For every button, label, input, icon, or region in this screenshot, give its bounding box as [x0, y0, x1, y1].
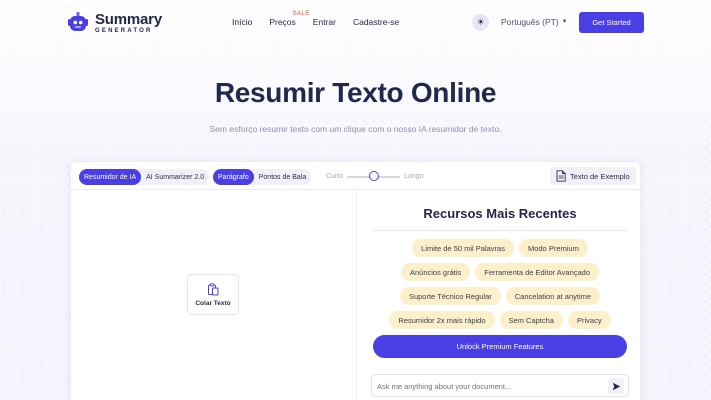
language-select[interactable]: Português (PT) ▼	[501, 17, 568, 27]
length-slider-thumb[interactable]	[368, 170, 379, 181]
sample-text-button[interactable]: Texto de Exemplo	[550, 167, 636, 185]
language-label: Português (PT)	[501, 17, 559, 27]
features-title: Recursos Mais Recentes	[423, 206, 577, 221]
input-pane[interactable]: Colar Texto	[71, 190, 356, 400]
feature-tag: Ferramenta de Editor Avançado	[475, 263, 600, 281]
brand-subtitle: GENERATOR	[95, 28, 153, 34]
feature-tag: Resumidor 2x mais rápido	[389, 311, 495, 329]
length-control: Curto Longo	[326, 170, 424, 181]
unlock-premium-button[interactable]: Unlock Premium Features	[373, 335, 627, 358]
feature-tag: Sem Captcha	[499, 311, 563, 329]
length-min-label: Curto	[326, 173, 344, 180]
nav-item-entrar[interactable]: Entrar	[313, 17, 336, 27]
model-switch: Resumidor de IA AI Summarizer 2.0	[79, 169, 210, 185]
feature-tags: Limite de 50 mil Palavras Modo Premium A…	[357, 239, 643, 335]
sample-text-label: Texto de Exemplo	[570, 171, 630, 181]
paste-text-button[interactable]: Colar Texto	[187, 274, 239, 315]
feature-tag: Anúncios grátis	[400, 263, 471, 281]
features-pane: Recursos Mais Recentes Limite de 50 mil …	[356, 190, 642, 400]
nav-item-inicio[interactable]: Início	[232, 17, 252, 27]
feature-tag-row: Anúncios grátis Ferramenta de Editor Ava…	[357, 263, 643, 281]
document-icon	[556, 170, 566, 182]
chevron-down-icon: ▼	[561, 19, 568, 25]
format-switch: Parágrafo Pontos de Bala	[213, 169, 312, 185]
sale-badge: SALE	[292, 10, 310, 17]
features-divider	[372, 230, 628, 231]
page-title: Resumir Texto Online	[214, 77, 497, 108]
length-max-label: Longo	[404, 173, 424, 180]
length-slider[interactable]	[347, 170, 401, 181]
chat-box	[371, 374, 629, 397]
feature-tag: Cancelation at anytime	[505, 287, 601, 305]
send-icon	[612, 382, 620, 390]
feature-tag: Suporte Técnico Regular	[399, 287, 501, 305]
robot-logo-icon	[67, 11, 89, 34]
feature-tag-row: Limite de 50 mil Palavras Modo Premium	[357, 239, 643, 257]
brand-logo[interactable]: Summary GENERATOR	[67, 11, 162, 34]
format-option-paragraph[interactable]: Parágrafo	[213, 169, 254, 185]
theme-toggle-button[interactable]: ☀	[472, 14, 489, 31]
chat-input[interactable]	[377, 378, 597, 394]
feature-tag-row: Suporte Técnico Regular Cancelation at a…	[357, 287, 643, 305]
brand-title: Summary	[95, 11, 162, 28]
clipboard-icon	[208, 282, 219, 295]
nav-item-precos[interactable]: Preços SALE	[269, 10, 309, 27]
model-option-summarizer-2[interactable]: AI Summarizer 2.0	[141, 169, 209, 185]
summarizer-toolbar: Resumidor de IA AI Summarizer 2.0 Parágr…	[71, 162, 642, 190]
get-started-button[interactable]: Get Started	[579, 12, 644, 33]
feature-tag-row: Resumidor 2x mais rápido Sem Captcha Pri…	[357, 311, 643, 329]
sun-icon: ☀	[476, 17, 485, 27]
paste-text-label: Colar Texto	[195, 299, 231, 307]
nav-item-precos-label: Preços	[269, 17, 296, 27]
main-nav: Início Preços SALE Entrar Cadastre-se	[232, 10, 416, 27]
site-header: Summary GENERATOR Início Preços SALE Ent…	[0, 0, 711, 46]
feature-tag: Privacy	[567, 311, 611, 329]
nav-item-cadastre-se[interactable]: Cadastre-se	[353, 17, 399, 27]
feature-tag: Limite de 50 mil Palavras	[412, 239, 514, 257]
summarizer-card: Resumidor de IA AI Summarizer 2.0 Parágr…	[70, 161, 642, 400]
send-button[interactable]	[608, 378, 624, 394]
format-option-bullets[interactable]: Pontos de Bala	[254, 169, 311, 185]
model-option-ai-summarizer[interactable]: Resumidor de IA	[79, 169, 142, 185]
feature-tag: Modo Premium	[518, 239, 588, 257]
page-subtitle: Sem esforço resumir texto com um clique …	[209, 124, 502, 134]
